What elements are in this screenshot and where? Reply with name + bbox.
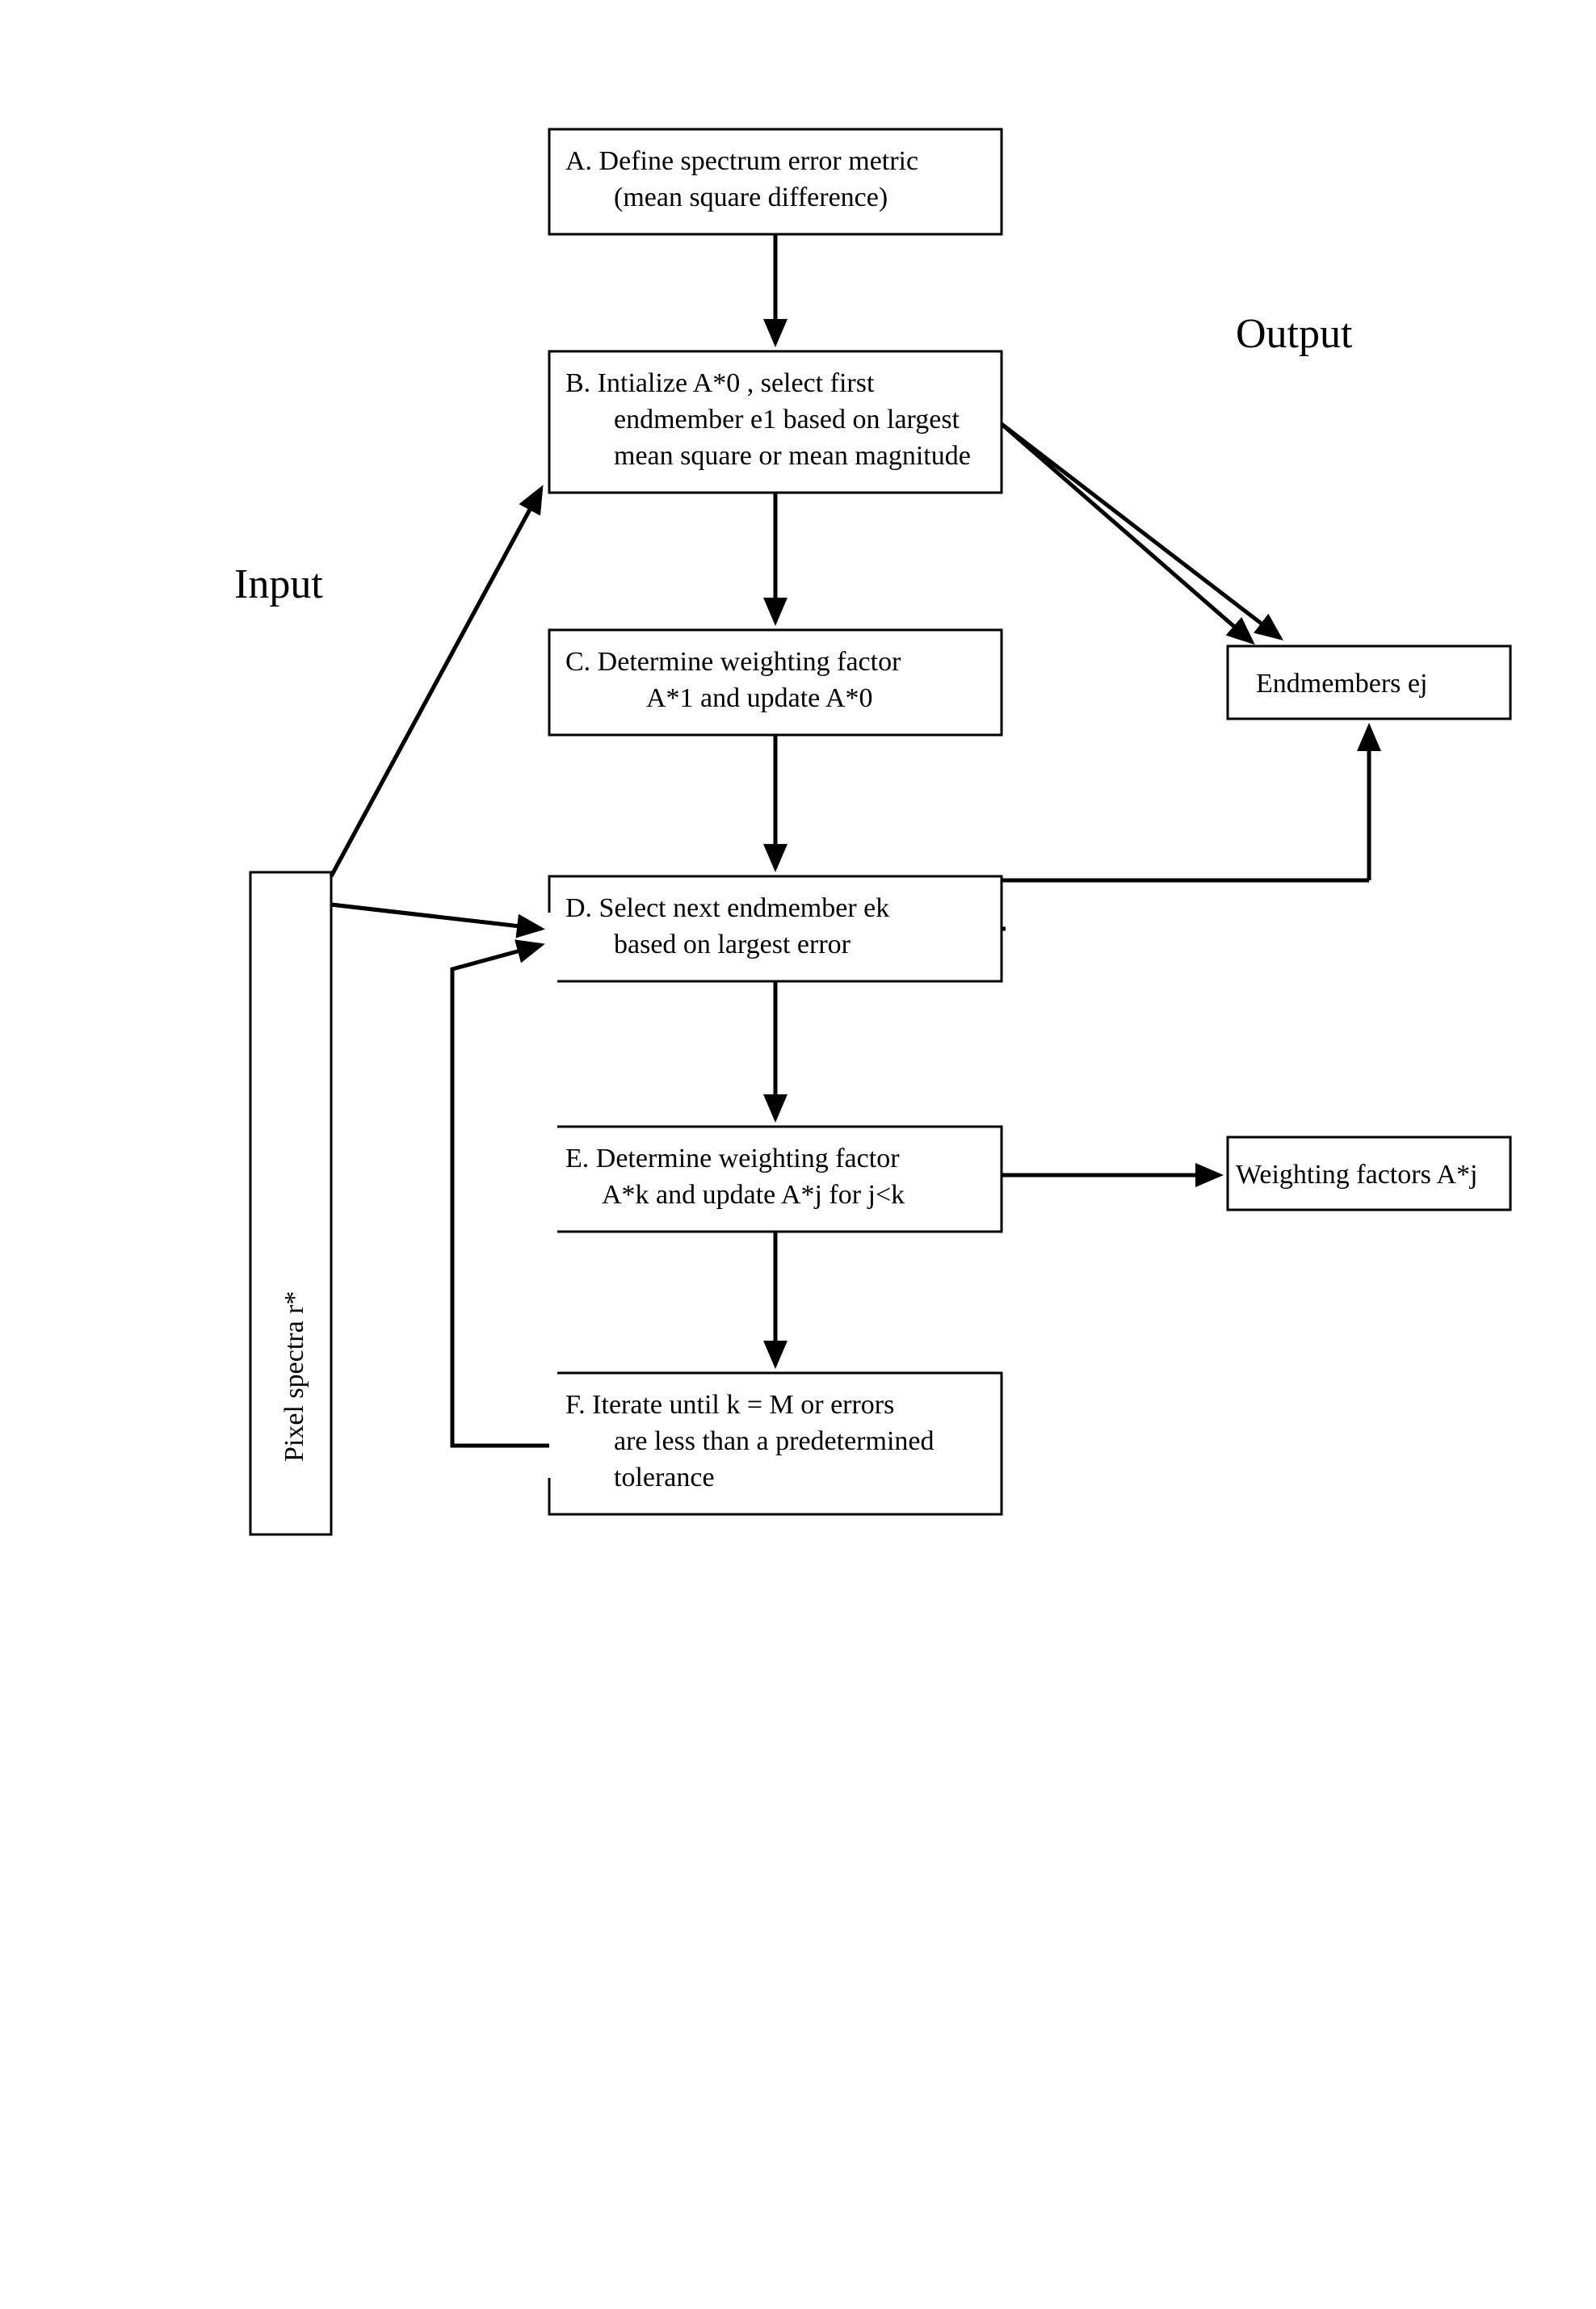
arrow-b-endmembers: [1002, 424, 1280, 638]
step-d-line2: based on largest error: [614, 930, 851, 959]
step-b-line3: mean square or mean magnitude: [614, 441, 971, 471]
input-header: Input: [234, 561, 323, 607]
step-f-line3: tolerance: [614, 1463, 715, 1492]
step-e-box: E. Determine weighting factor A*k and up…: [549, 1127, 1002, 1232]
step-e-line2: A*k and update A*j for j<k: [602, 1180, 905, 1210]
step-b-box: B. Intialize A*0 , select first endmembe…: [549, 351, 1002, 493]
step-f-line2: are less than a predetermined: [614, 1426, 934, 1456]
step-a-box: A. Define spectrum error metric (mean sq…: [549, 129, 1002, 234]
flowchart: Input Output Pixel spectra r* A. Define …: [0, 0, 1596, 2309]
output-header: Output: [1236, 311, 1353, 357]
pixel-spectra-label: Pixel spectra r*: [279, 1291, 309, 1463]
step-b-line1: B. Intialize A*0 , select first: [565, 368, 875, 398]
pixel-spectra-box: Pixel spectra r*: [250, 872, 331, 1534]
step-f-box: F. Iterate until k = M or errors are les…: [549, 1373, 1002, 1514]
step-c-line1: C. Determine weighting factor: [565, 647, 901, 677]
step-c-line2: A*1 and update A*0: [646, 683, 872, 713]
svg-text:Weighting factors A*j: Weighting factors A*j: [1236, 1160, 1477, 1190]
step-d-line1: D. Select next endmember ek: [565, 893, 889, 923]
step-a-line2: (mean square difference): [614, 183, 888, 212]
step-d-box: D. Select next endmember ek based on lar…: [549, 876, 1002, 981]
step-b-line2: endmember e1 based on largest: [614, 405, 960, 435]
step-e-line1: E. Determine weighting factor: [565, 1144, 900, 1173]
step-c-box: C. Determine weighting factor A*1 and up…: [549, 630, 1002, 735]
step-a-line1: A. Define spectrum error metric: [565, 146, 918, 176]
svg-text:Endmembers ej: Endmembers ej: [1256, 669, 1427, 699]
step-f-line1: F. Iterate until k = M or errors: [565, 1390, 894, 1420]
